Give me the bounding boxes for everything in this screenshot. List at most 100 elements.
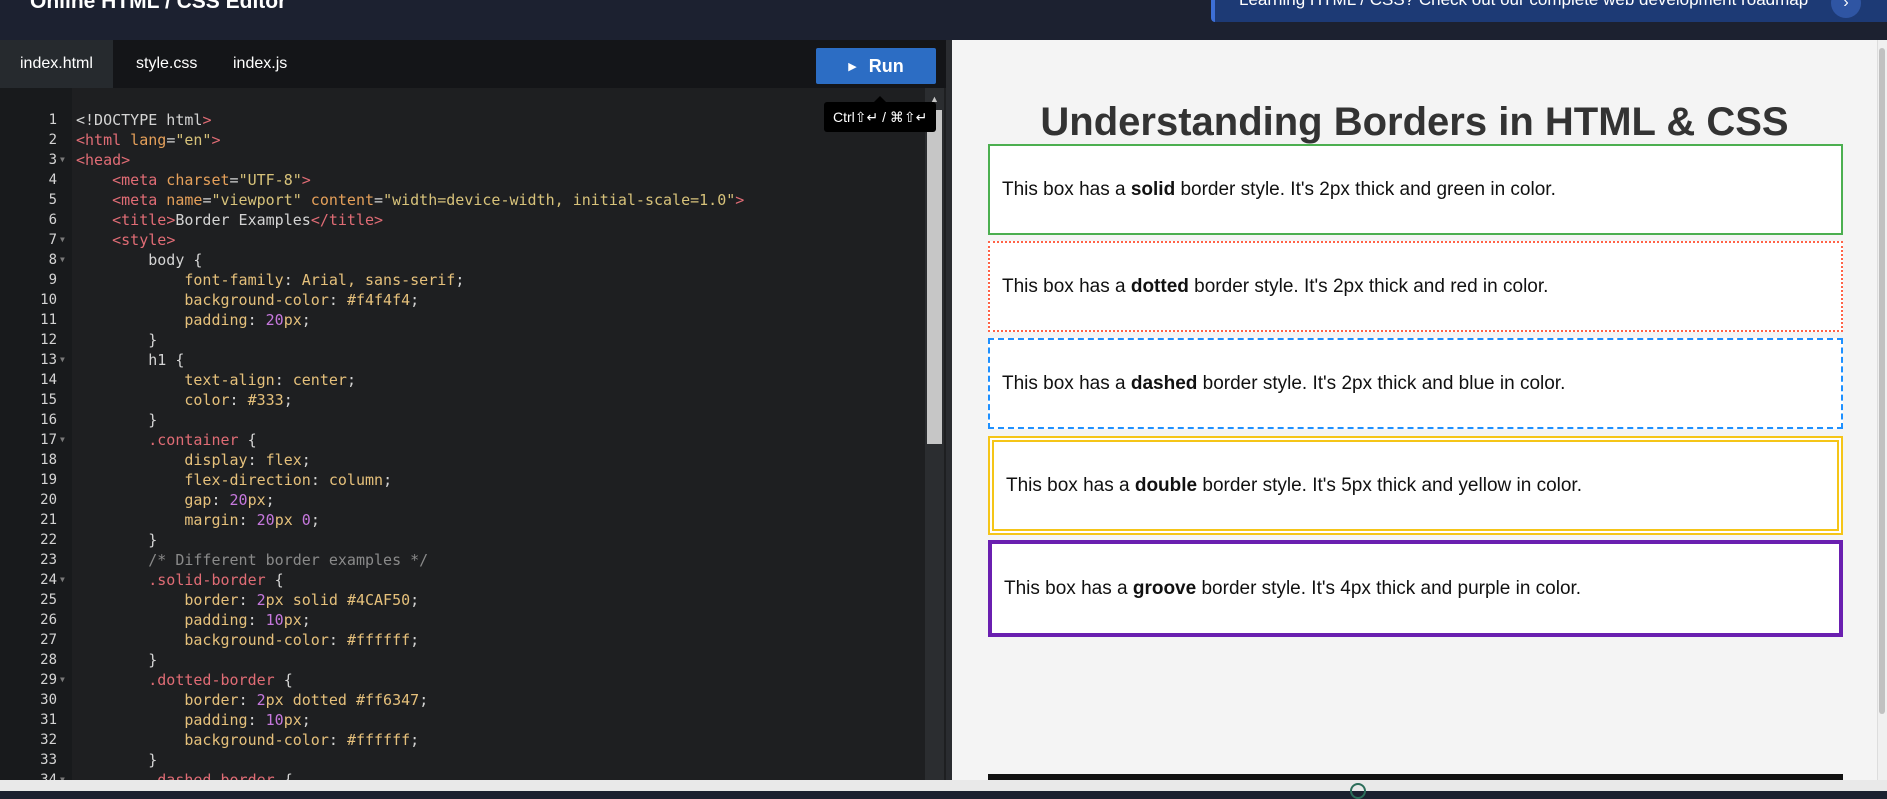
code-line[interactable]: 28 }	[0, 650, 925, 670]
box-text: This box has a double border style. It's…	[1006, 475, 1582, 497]
code-text[interactable]: gap: 20px;	[76, 490, 274, 510]
code-line[interactable]: 17 ▼ .container {	[0, 430, 925, 450]
code-line[interactable]: 32 background-color: #ffffff;	[0, 730, 925, 750]
fold-arrow-icon[interactable]: ▼	[60, 430, 65, 450]
line-number: 9	[48, 272, 57, 288]
code-text[interactable]: <style>	[76, 230, 175, 250]
code-line[interactable]: 2 <html lang="en">	[0, 130, 925, 150]
code-line[interactable]: 7 ▼ <style>	[0, 230, 925, 250]
code-line[interactable]: 19 flex-direction: column;	[0, 470, 925, 490]
code-text[interactable]: color: #333;	[76, 390, 292, 410]
code-line[interactable]: 13 ▼ h1 {	[0, 350, 925, 370]
code-line[interactable]: 5 <meta name="viewport" content="width=d…	[0, 190, 925, 210]
code-text[interactable]: background-color: #f4f4f4;	[76, 290, 419, 310]
code-text[interactable]: background-color: #ffffff;	[76, 630, 419, 650]
code-text[interactable]: <meta name="viewport" content="width=dev…	[76, 190, 744, 210]
line-number: 23	[40, 552, 57, 568]
code-line[interactable]: 10 background-color: #f4f4f4;	[0, 290, 925, 310]
code-text[interactable]: <meta charset="UTF-8">	[76, 170, 311, 190]
line-number: 12	[40, 332, 57, 348]
code-text[interactable]: .container {	[76, 430, 256, 450]
code-text[interactable]: flex-direction: column;	[76, 470, 392, 490]
code-line[interactable]: 15 color: #333;	[0, 390, 925, 410]
line-number: 13	[40, 352, 57, 368]
code-line[interactable]: 20 gap: 20px;	[0, 490, 925, 510]
box-text: This box has a solid border style. It's …	[1002, 179, 1556, 201]
code-text[interactable]: .solid-border {	[76, 570, 283, 590]
line-number: 25	[40, 592, 57, 608]
code-text[interactable]: font-family: Arial, sans-serif;	[76, 270, 464, 290]
fold-arrow-icon[interactable]: ▼	[60, 350, 65, 370]
fold-arrow-icon[interactable]: ▼	[60, 150, 65, 170]
line-number: 10	[40, 292, 57, 308]
code-text[interactable]: }	[76, 750, 157, 770]
code-line[interactable]: 25 border: 2px solid #4CAF50;	[0, 590, 925, 610]
code-line[interactable]: 24 ▼ .solid-border {	[0, 570, 925, 590]
code-text[interactable]: margin: 20px 0;	[76, 510, 319, 530]
code-text[interactable]: <html lang="en">	[76, 130, 221, 150]
code-line[interactable]: 22 }	[0, 530, 925, 550]
code-line[interactable]: 4 <meta charset="UTF-8">	[0, 170, 925, 190]
code-line[interactable]: 27 background-color: #ffffff;	[0, 630, 925, 650]
chevron-right-icon[interactable]: ›	[1831, 0, 1861, 18]
code-line[interactable]: 30 border: 2px dotted #ff6347;	[0, 690, 925, 710]
code-text[interactable]: border: 2px dotted #ff6347;	[76, 690, 428, 710]
code-text[interactable]: body {	[76, 250, 202, 270]
code-line[interactable]: 16 }	[0, 410, 925, 430]
code-text[interactable]: <!DOCTYPE html>	[76, 110, 211, 130]
code-line[interactable]: 31 padding: 10px;	[0, 710, 925, 730]
fold-arrow-icon[interactable]: ▼	[60, 230, 65, 250]
code-line[interactable]: 6 <title>Border Examples</title>	[0, 210, 925, 230]
box-text: This box has a dashed border style. It's…	[1002, 373, 1565, 395]
box-text-part: border style. It's 2px thick and green i…	[1175, 178, 1556, 200]
status-bar	[0, 780, 1887, 799]
code-text[interactable]: }	[76, 330, 157, 350]
code-text[interactable]: border: 2px solid #4CAF50;	[76, 590, 419, 610]
code-line[interactable]: 3 ▼ <head>	[0, 150, 925, 170]
code-text[interactable]: }	[76, 410, 157, 430]
code-area[interactable]: 1 <!DOCTYPE html> 2 <html lang="en"> 3 ▼ <head…	[0, 110, 925, 790]
code-text[interactable]: }	[76, 650, 157, 670]
code-text[interactable]: <head>	[76, 150, 130, 170]
code-line[interactable]: 26 padding: 10px;	[0, 610, 925, 630]
code-line[interactable]: 12 }	[0, 330, 925, 350]
code-line[interactable]: 14 text-align: center;	[0, 370, 925, 390]
code-text[interactable]: .dotted-border {	[76, 670, 293, 690]
code-line[interactable]: 23 /* Different border examples */	[0, 550, 925, 570]
code-text[interactable]: <title>Border Examples</title>	[76, 210, 383, 230]
code-line[interactable]: 8 ▼ body {	[0, 250, 925, 270]
run-button[interactable]: ▶ Run	[816, 48, 936, 84]
code-line[interactable]: 18 display: flex;	[0, 450, 925, 470]
code-line[interactable]: 1 <!DOCTYPE html>	[0, 110, 925, 130]
code-text[interactable]: padding: 20px;	[76, 310, 310, 330]
code-line[interactable]: 11 padding: 20px;	[0, 310, 925, 330]
tab-index-js[interactable]: index.js	[213, 40, 307, 88]
line-number: 2	[48, 132, 57, 148]
preview-scrollbar-thumb[interactable]	[1879, 48, 1885, 714]
code-text[interactable]: }	[76, 530, 157, 550]
code-text[interactable]: h1 {	[76, 350, 184, 370]
banner-text[interactable]: Learning HTML / CSS? Check out our compl…	[1239, 0, 1808, 10]
code-line[interactable]: 9 font-family: Arial, sans-serif;	[0, 270, 925, 290]
code-text[interactable]: padding: 10px;	[76, 710, 310, 730]
roadmap-banner[interactable]: Learning HTML / CSS? Check out our compl…	[1211, 0, 1887, 22]
play-icon: ▶	[848, 61, 857, 73]
code-text[interactable]: /* Different border examples */	[76, 550, 428, 570]
code-text[interactable]: background-color: #ffffff;	[76, 730, 419, 750]
groove-border-box: This box has a groove border style. It's…	[988, 540, 1843, 637]
code-line[interactable]: 33 }	[0, 750, 925, 770]
code-text[interactable]: display: flex;	[76, 450, 310, 470]
fold-arrow-icon[interactable]: ▼	[60, 570, 65, 590]
code-line[interactable]: 29 ▼ .dotted-border {	[0, 670, 925, 690]
code-text[interactable]: padding: 10px;	[76, 610, 310, 630]
box-text-part: This box has a	[1006, 474, 1135, 496]
code-text[interactable]: text-align: center;	[76, 370, 356, 390]
tab-index-html[interactable]: index.html	[0, 40, 113, 88]
solid-border-box: This box has a solid border style. It's …	[988, 144, 1843, 235]
fold-arrow-icon[interactable]: ▼	[60, 250, 65, 270]
preview-scrollbar[interactable]	[1877, 40, 1887, 780]
tab-style-css[interactable]: style.css	[116, 40, 217, 88]
code-line[interactable]: 21 margin: 20px 0;	[0, 510, 925, 530]
fold-arrow-icon[interactable]: ▼	[60, 670, 65, 690]
editor-scrollbar-thumb[interactable]	[927, 110, 942, 444]
